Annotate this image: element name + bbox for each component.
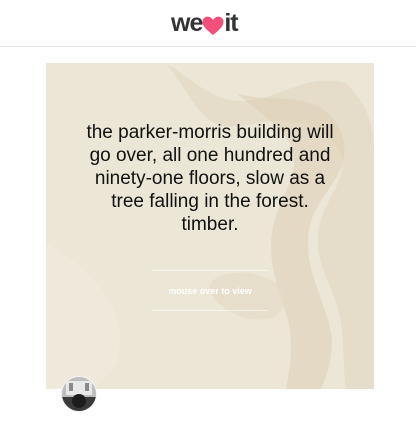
heart-icon [202, 14, 224, 35]
image-card[interactable]: the parker-morris building will go over,… [46, 63, 374, 389]
header: we it [0, 0, 416, 47]
logo-text-it: it [224, 8, 238, 37]
logo-text-we: we [171, 8, 203, 37]
avatar-image [62, 377, 96, 411]
avatar[interactable] [61, 376, 97, 412]
mouse-over-to-view-button[interactable]: mouse over to view [152, 270, 268, 311]
image-quote-text: the parker-morris building will go over,… [86, 122, 334, 235]
weheartit-logo[interactable]: we it [171, 8, 239, 38]
